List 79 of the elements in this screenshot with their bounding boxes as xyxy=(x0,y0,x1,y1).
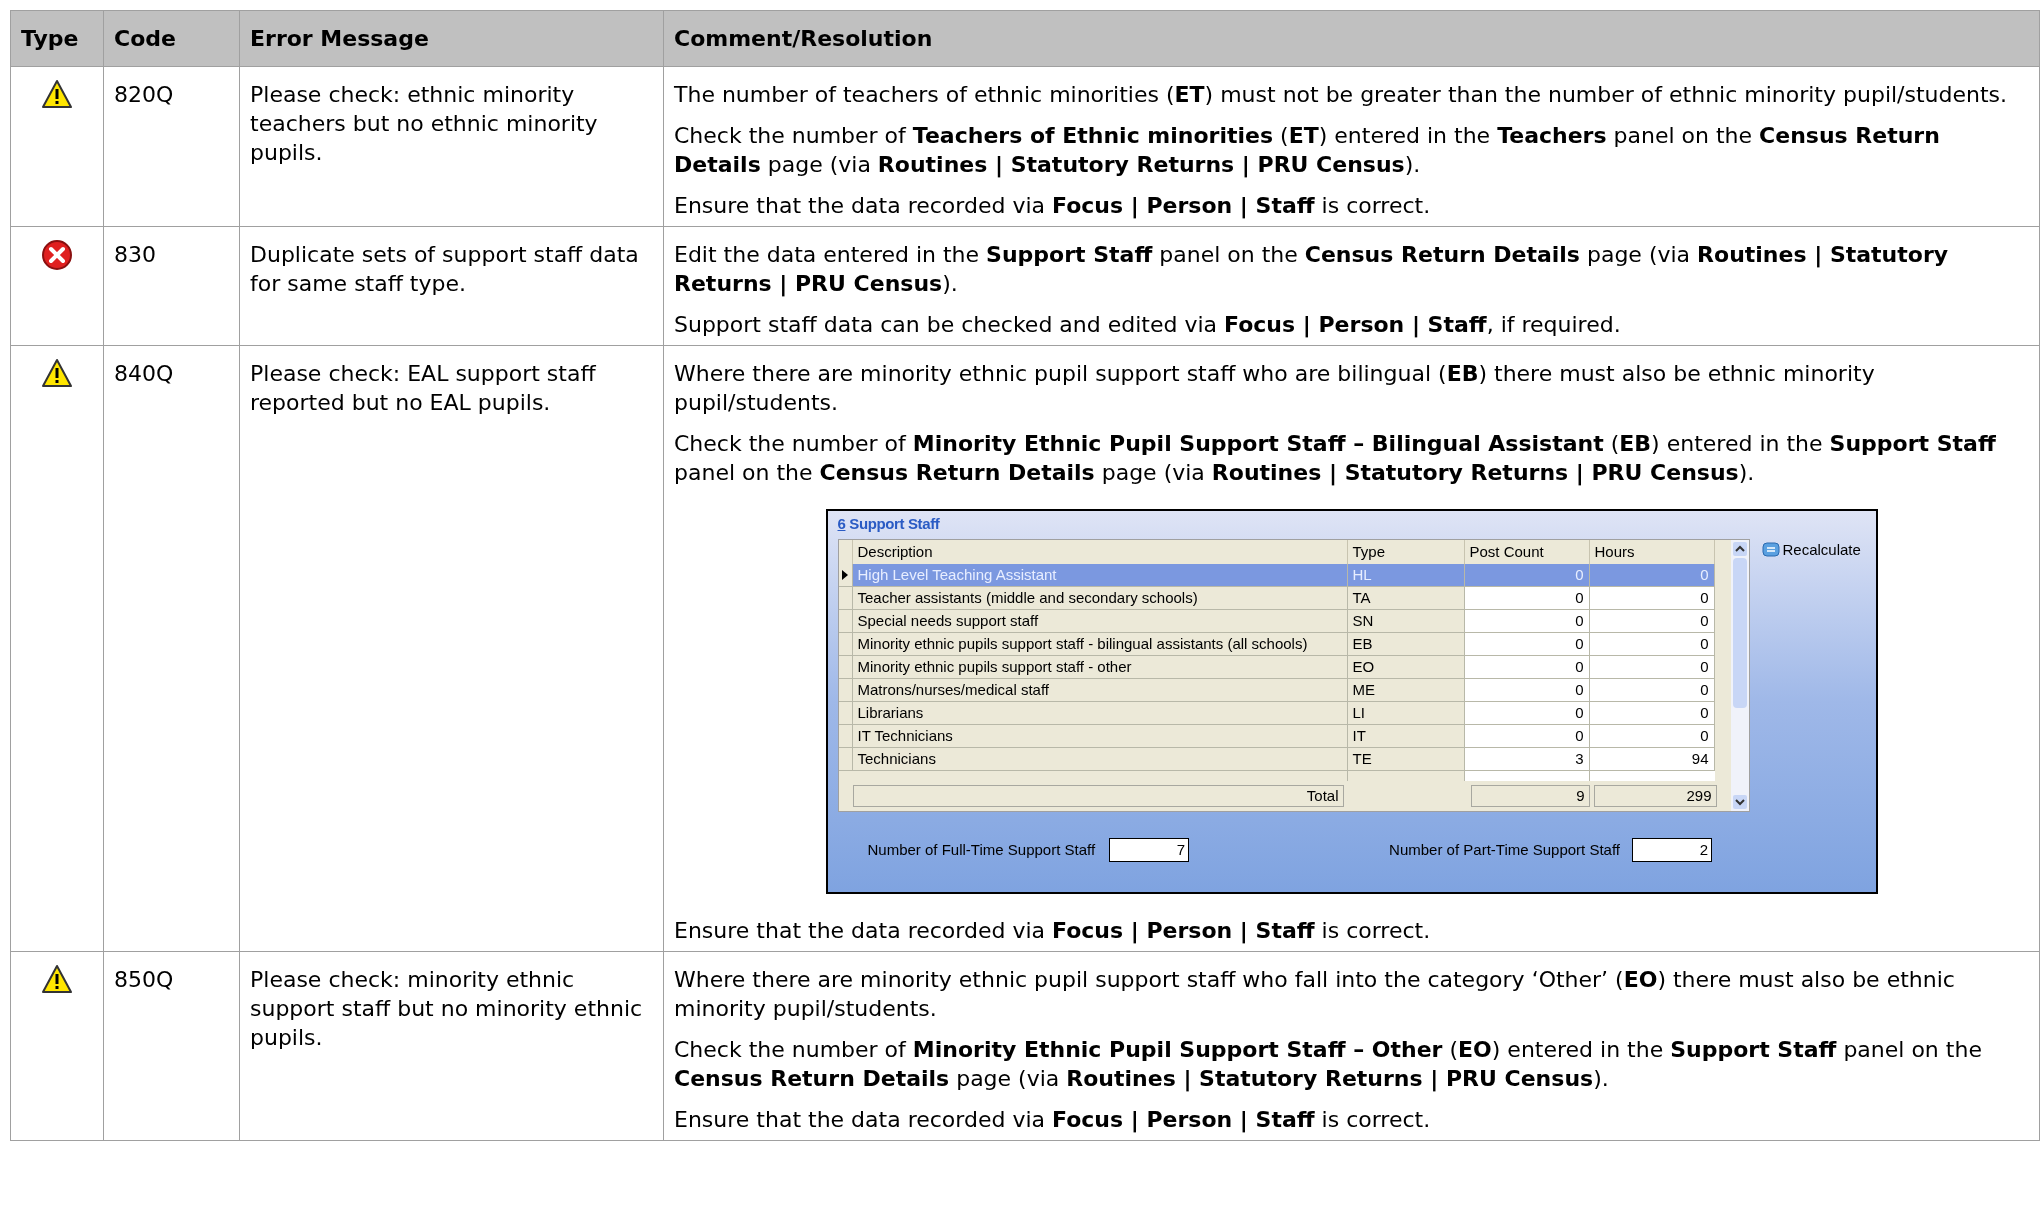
resolution-text: Check the number of Teachers of Ethnic minorities (ET) entered in the Teachers panel on the Census Return Details page (via Routines | Statutory Returns | PRU Census). xyxy=(674,122,1941,179)
table-cell: 0 xyxy=(1589,702,1715,725)
resolution-text: Where there are minority ethnic pupil support staff who fall into the category ‘Other’ (EO) there must also be ethnic minority pupil/students. xyxy=(674,966,1956,1023)
panel-title: 6 Support Staff xyxy=(837,515,941,533)
table-cell: 0 xyxy=(1464,564,1590,587)
table-cell: 0 xyxy=(1589,633,1715,656)
resolution-text: Ensure that the data recorded via Focus | Person | Staff is correct. xyxy=(674,192,1432,220)
error-code: 850Q xyxy=(114,967,174,992)
column-header: Error Message xyxy=(240,11,664,66)
table-cell: 0 xyxy=(1464,633,1590,656)
scrollbar[interactable] xyxy=(1730,540,1749,811)
table-cell: Matrons/nurses/medical staff xyxy=(852,679,1348,702)
resolution-text: Edit the data entered in the Support Staff panel on the Census Return Details page (via Routines | Statutory Returns | PRU Census). xyxy=(674,241,1950,298)
resolution-text: Support staff data can be checked and edited via Focus | Person | Staff, if required. xyxy=(674,311,1622,339)
table-cell: Teacher assistants (middle and secondary schools) xyxy=(852,587,1348,610)
table-cell: 0 xyxy=(1464,610,1590,633)
column-header: Comment/Resolution xyxy=(673,25,934,53)
scroll-up-icon[interactable] xyxy=(1732,542,1747,556)
resolution-text: Ensure that the data recorded via Focus | Person | Staff is correct. xyxy=(674,1106,1432,1134)
table-cell: ME xyxy=(1347,679,1465,702)
error-message: Please check: ethnic minority teachers but no ethnic minority pupils. xyxy=(250,81,599,167)
table-cell: 0 xyxy=(1464,702,1590,725)
warning-icon xyxy=(41,964,73,994)
row-pointer-icon xyxy=(842,570,848,580)
table-cell: 3 xyxy=(1464,748,1590,771)
table-cell: 0 xyxy=(1589,679,1715,702)
table-cell: 0 xyxy=(1464,725,1590,748)
number-field[interactable]: 7 xyxy=(1109,838,1190,862)
error-code: 830 xyxy=(114,242,156,267)
total-field: 9 xyxy=(1470,785,1590,807)
table-cell: 0 xyxy=(1464,587,1590,610)
table-cell: IT xyxy=(1347,725,1465,748)
table-cell: Technicians xyxy=(852,748,1348,771)
table-cell: 0 xyxy=(1464,656,1590,679)
table-cell: Minority ethnic pupils support staff - bilingual assistants (all schools) xyxy=(852,633,1348,656)
error-message: Duplicate sets of support staff data for same staff type. xyxy=(250,241,640,298)
table-cell: TE xyxy=(1347,748,1465,771)
row-header[interactable] xyxy=(838,564,853,587)
table-cell: EO xyxy=(1347,656,1465,679)
scroll-thumb[interactable] xyxy=(1732,558,1747,708)
number-field[interactable]: 2 xyxy=(1632,838,1713,862)
table-cell: Librarians xyxy=(852,702,1348,725)
table-cell: LI xyxy=(1347,702,1465,725)
table-cell: Minority ethnic pupils support staff - other xyxy=(852,656,1348,679)
error-message: Please check: EAL support staff reported but no EAL pupils. xyxy=(250,360,597,417)
resolution-text: Where there are minority ethnic pupil support staff who are bilingual (EB) there must also be ethnic minority pupil/students. xyxy=(674,360,1876,417)
resolution-text: The number of teachers of ethnic minorities (ET) must not be greater than the number of ethnic minority pupil/students. xyxy=(674,81,2009,109)
refresh-icon xyxy=(1761,542,1780,558)
total-field: Total xyxy=(852,785,1344,807)
resolution-text: Check the number of Minority Ethnic Pupil Support Staff – Bilingual Assistant (EB) entered in the Support Staff panel on the Census Return Details page (via Routines | Statutory Returns | PRU Census). xyxy=(674,430,1997,487)
field-label: Number of Part-Time Support Staff xyxy=(1389,841,1621,859)
table-cell: 0 xyxy=(1464,679,1590,702)
table-cell: IT Technicians xyxy=(852,725,1348,748)
table-cell: 94 xyxy=(1589,748,1715,771)
column-header: Code xyxy=(104,11,240,66)
resolution-text: Ensure that the data recorded via Focus | Person | Staff is correct. xyxy=(674,917,1432,945)
error-icon xyxy=(41,239,73,271)
table-cell: SN xyxy=(1347,610,1465,633)
table-cell: 0 xyxy=(1589,656,1715,679)
table-cell: TA xyxy=(1347,587,1465,610)
total-field: 299 xyxy=(1593,785,1717,807)
column-header: Type xyxy=(11,11,104,66)
recalculate-button[interactable]: Recalculate xyxy=(1761,541,1861,559)
warning-icon xyxy=(41,358,73,388)
error-code: 840Q xyxy=(114,361,174,386)
table-cell: 0 xyxy=(1589,610,1715,633)
table-cell: Special needs support staff xyxy=(852,610,1348,633)
table-cell: High Level Teaching Assistant xyxy=(852,564,1348,587)
error-message: Please check: minority ethnic support staff but no minority ethnic pupils. xyxy=(250,966,644,1052)
error-code: 820Q xyxy=(114,82,174,107)
table-cell: EB xyxy=(1347,633,1465,656)
field-label: Number of Full-Time Support Staff xyxy=(867,841,1096,859)
table-cell: 0 xyxy=(1589,587,1715,610)
resolution-text: Check the number of Minority Ethnic Pupil Support Staff – Other (EO) entered in the Support Staff panel on the Census Return Details page (via Routines | Statutory Returns | PRU Census). xyxy=(674,1036,1983,1093)
table-cell: HL xyxy=(1347,564,1465,587)
scroll-down-icon[interactable] xyxy=(1732,795,1747,809)
table-cell: 0 xyxy=(1589,564,1715,587)
table-cell: 0 xyxy=(1589,725,1715,748)
warning-icon xyxy=(41,79,73,109)
